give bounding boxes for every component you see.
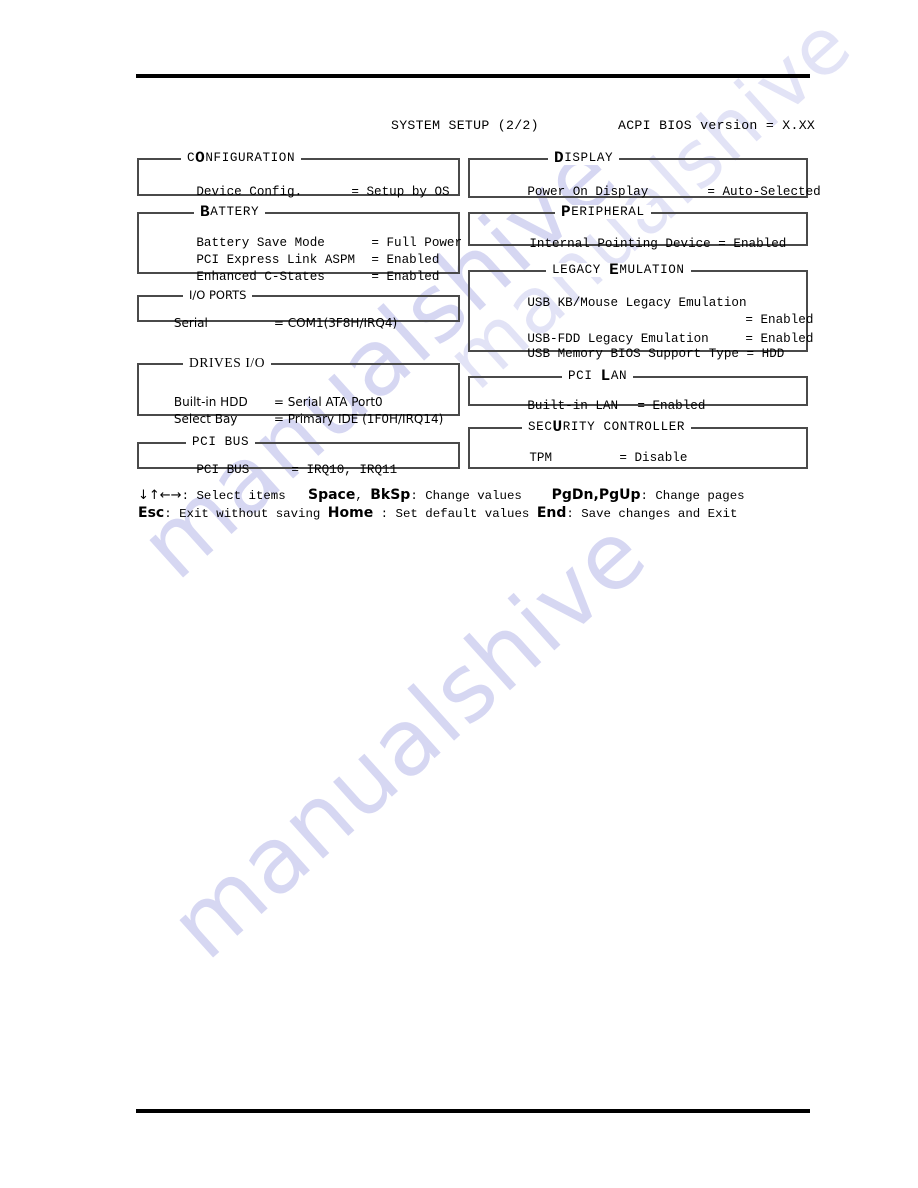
panel-pci-lan: PCI LAN Built-in LAN = Enabled [468, 368, 808, 413]
legend-hotkey: L [600, 367, 611, 385]
setting-value[interactable]: = Setup by OS [351, 185, 449, 199]
setting-label: USB Memory BIOS Support Type = HDD [527, 347, 785, 361]
setting-row[interactable]: PCI BUS = IRQ10, IRQ11 [151, 449, 397, 491]
help-comma: , [355, 489, 371, 503]
help-exit-without-saving: : Exit without saving [164, 507, 321, 521]
help-footer: ↓↑←→: Select items Space, BkSp: Change v… [138, 486, 818, 558]
key-home: Home [327, 505, 374, 521]
bios-setup-screen: SYSTEM SETUP (2/2) ACPI BIOS version = X… [0, 0, 918, 1188]
key-esc: Esc [138, 505, 165, 521]
panel-pci-bus: PCI BUS PCI BUS = IRQ10, IRQ11 [137, 435, 460, 477]
panel-battery-legend: BATTERY [194, 203, 266, 221]
key-pgdn-pgup: PgDn,PgUp [551, 487, 641, 503]
panel-display-legend: DISPLAY [548, 149, 620, 167]
help-set-default-values: : Set default values [373, 507, 530, 521]
setting-label: PCI BUS [196, 463, 250, 477]
legend-suffix: AN [610, 369, 628, 383]
help-line-navigation: ↓↑←→: Select items Space, BkSp: Change v… [138, 486, 745, 505]
legend-hotkey: E [609, 261, 620, 279]
setting-label: TPM [529, 451, 553, 465]
legend-hotkey: D [554, 149, 565, 167]
page-title: SYSTEM SETUP (2/2) [391, 118, 539, 133]
setting-row[interactable]: Internal Pointing Device = Enabled [484, 223, 786, 265]
setting-value[interactable]: = COM1(3F8H/IRQ4) [274, 316, 397, 330]
legend-prefix: SEC [528, 420, 553, 434]
panel-security-controller-legend: SECURITY CONTROLLER [522, 418, 692, 436]
panel-display: DISPLAY Power On Display = Auto-Selected [468, 150, 821, 199]
key-end: End [536, 505, 567, 521]
help-save-changes-and-exit: : Save changes and Exit [566, 507, 738, 521]
legend-suffix: ISPLAY [564, 151, 614, 165]
panel-security-controller: SECURITY CONTROLLER TPM = Disable [468, 419, 808, 469]
setting-label: Device Config. [196, 185, 303, 199]
setting-value[interactable]: = Primary IDE (1F0H/IRQ14) [274, 412, 443, 426]
setting-row[interactable]: Power On Display = Auto-Selected [482, 171, 820, 213]
setting-value[interactable]: = Auto-Selected [707, 185, 820, 199]
panel-drives-io: DRIVES I/O Built-in HDD = Serial ATA Port… [137, 356, 460, 426]
panel-battery: BATTERY Battery Save Mode = Full Power PC… [137, 204, 462, 284]
key-space: Space [308, 487, 356, 503]
panel-peripheral: PERIPHERAL Internal Pointing Device = En… [468, 204, 808, 251]
help-change-pages: : Change pages [640, 489, 745, 503]
panel-io-ports-legend: I/O PORTS [183, 288, 253, 302]
setting-label: Select Bay [173, 412, 238, 426]
panel-configuration-legend: CONFIGURATION [181, 149, 302, 167]
screen-title-row: SYSTEM SETUP (2/2) ACPI BIOS version = X… [136, 118, 816, 134]
legend-hotkey: O [195, 149, 206, 167]
setting-row[interactable]: Select Bay = Primary IDE (1F0H/IRQ14) [151, 398, 443, 440]
setting-row[interactable]: Serial = COM1(3F8H/IRQ4) [151, 302, 397, 344]
legend-suffix: ATTERY [210, 205, 260, 219]
legend-hotkey: U [552, 418, 563, 436]
legend-hotkey: B [200, 203, 211, 221]
panel-drives-io-legend: DRIVES I/O [183, 356, 272, 370]
legend-prefix: C [187, 151, 196, 165]
panel-io-ports: I/O PORTS Serial = COM1(3F8H/IRQ4) [137, 288, 460, 330]
legend-suffix: RITY CONTROLLER [562, 420, 686, 434]
legend-suffix: MULATION [619, 263, 685, 277]
legend-prefix: PCI [568, 369, 601, 383]
legend-prefix: LEGACY [552, 263, 610, 277]
setting-label: Enhanced C-States [196, 270, 325, 284]
panel-pci-lan-legend: PCI LAN [562, 367, 634, 385]
help-line-actions: Esc: Exit without saving Home : Set defa… [138, 504, 737, 523]
help-change-values: : Change values [410, 489, 522, 503]
panel-peripheral-legend: PERIPHERAL [555, 203, 651, 221]
setting-label: Built-in LAN [527, 399, 619, 413]
setting-label: Internal Pointing Device = Enabled [529, 237, 787, 251]
arrow-keys-icon: ↓↑←→ [138, 488, 182, 503]
setting-value[interactable]: = Disable [619, 451, 687, 465]
setting-value[interactable]: = Enabled [637, 399, 705, 413]
setting-label: Power On Display [527, 185, 649, 199]
panel-pci-bus-legend: PCI BUS [186, 435, 256, 449]
legend-suffix: ERIPHERAL [571, 205, 645, 219]
key-bksp: BkSp [370, 487, 411, 503]
panel-configuration: CONFIGURATION Device Config. = Setup by O… [137, 150, 460, 199]
legend-suffix: NFIGURATION [205, 151, 296, 165]
setting-value[interactable]: = Enabled [371, 270, 439, 284]
setting-row[interactable]: TPM = Disable [484, 437, 687, 479]
setting-label: Serial [173, 316, 208, 330]
setting-value[interactable]: = IRQ10, IRQ11 [291, 463, 397, 477]
help-select-items: : Select items [181, 489, 286, 503]
legend-hotkey: P [561, 203, 572, 221]
panel-legacy-emulation-legend: LEGACY EMULATION [546, 261, 691, 279]
panel-legacy-emulation: LEGACY EMULATION USB KB/Mouse Legacy Emu… [468, 262, 813, 361]
bios-version-label: ACPI BIOS version = X.XX [618, 118, 816, 133]
